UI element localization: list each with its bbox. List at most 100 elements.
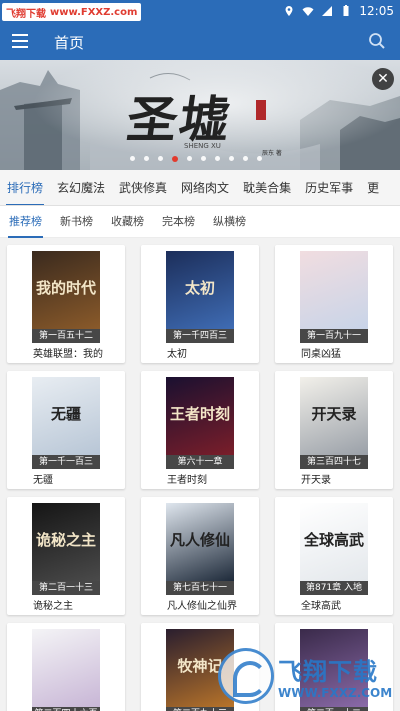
book-cover[interactable]: 第一百九十一 [300, 251, 368, 343]
status-bar: 飞翔下载 www.FXXZ.com 12:05 [0, 0, 400, 24]
book-cover[interactable]: 第二百四十六页 [32, 629, 100, 711]
banner-carousel[interactable]: 圣墟 SHENG XU 辰东 著 ✕ [0, 60, 400, 170]
book-cover[interactable]: 太初 第一千四百三 [166, 251, 234, 343]
latest-chapter-label: 第七百七十一 [166, 581, 234, 595]
book-card[interactable]: 无疆 第一千一百三 无疆 [7, 371, 125, 489]
cover-art [300, 251, 368, 329]
search-icon[interactable] [368, 32, 386, 50]
carousel-dot[interactable] [257, 156, 262, 161]
ranking-tab[interactable]: 收藏榜 [102, 206, 153, 238]
book-cover[interactable]: 凡人修仙第七百七十一 [166, 503, 234, 595]
carousel-dot[interactable] [158, 156, 163, 161]
book-title[interactable]: 全球高武 [301, 597, 391, 612]
latest-chapter-label: 第一千四百三 [166, 329, 234, 343]
ranking-tab[interactable]: 推荐榜 [0, 206, 51, 238]
book-card[interactable]: 我的时代第一百五十二英雄联盟：我的 [7, 245, 125, 363]
book-title[interactable]: 王者时刻 [167, 471, 257, 486]
book-card[interactable]: 凡人修仙第七百七十一凡人修仙之仙界 [141, 497, 259, 615]
book-grid: 我的时代 第一百五十二 英雄联盟：我的 太初 第一千四百三 太初 第一百九十一 同桌凶猛 无疆第… [0, 238, 400, 711]
watermark-brand: 飞翔下载 [6, 8, 46, 20]
carousel-dot[interactable] [187, 156, 192, 161]
banner-seal [256, 100, 266, 120]
carousel-dot[interactable] [201, 156, 206, 161]
category-tab[interactable]: 耽美合集 [236, 170, 298, 205]
book-card[interactable]: 全球高武 第871章 入地 全球高武 [275, 497, 393, 615]
status-time: 12:05 [359, 4, 394, 18]
cover-art: 全球高武 [300, 503, 368, 581]
latest-chapter-label: 第二百四十六页 [32, 707, 100, 711]
book-title[interactable]: 凡人修仙之仙界 [167, 597, 257, 612]
carousel-dot[interactable] [130, 156, 135, 161]
watermark-bottom: 飞翔下载 WWW.FXXZ.COM [218, 648, 398, 708]
watermark-logo-icon [218, 648, 274, 704]
wifi-icon [302, 7, 314, 16]
latest-chapter-label: 第一百五十二 [32, 329, 100, 343]
latest-chapter-label: 第871章 入地 [300, 581, 368, 595]
carousel-dot[interactable] [172, 155, 178, 162]
book-card[interactable]: 开天录 第三百四十七 开天录 [275, 371, 393, 489]
book-title[interactable]: 诡秘之主 [33, 597, 123, 612]
ranking-tab[interactable]: 新书榜 [51, 206, 102, 238]
page-title: 首页 [54, 34, 85, 52]
book-title[interactable]: 同桌凶猛 [301, 345, 391, 360]
cover-text: 无疆 [50, 405, 81, 423]
cover-text: 我的时代 [35, 279, 96, 297]
cover-art: 王者时刻 [166, 377, 234, 455]
carousel-dot[interactable] [215, 156, 220, 161]
latest-chapter-label: 第一百九十一 [300, 329, 368, 343]
book-title[interactable]: 开天录 [301, 471, 391, 486]
battery-icon [343, 5, 349, 16]
close-icon[interactable]: ✕ [372, 68, 394, 90]
cover-text: 凡人修仙 [169, 531, 230, 549]
book-title[interactable]: 英雄联盟：我的 [33, 345, 123, 360]
book-card[interactable]: 诡秘之主 第二百一十三 诡秘之主 [7, 497, 125, 615]
cover-text: 开天录 [311, 405, 357, 423]
book-cover[interactable]: 王者时刻 第六十一章 [166, 377, 234, 469]
book-title[interactable]: 太初 [167, 345, 257, 360]
ranking-tab[interactable]: 完本榜 [153, 206, 204, 238]
latest-chapter-label: 第二百一十三 [32, 581, 100, 595]
latest-chapter-label: 第三百四十七 [300, 455, 368, 469]
carousel-dot[interactable] [243, 156, 248, 161]
book-cover[interactable]: 开天录 第三百四十七 [300, 377, 368, 469]
category-tab[interactable]: 武侠修真 [112, 170, 174, 205]
category-tab[interactable]: 排行榜 [0, 170, 50, 205]
banner-subtitle: SHENG XU [184, 142, 221, 150]
carousel-dot[interactable] [144, 156, 149, 161]
category-tab[interactable]: 历史军事 [298, 170, 360, 205]
category-tab[interactable]: 更 [360, 170, 386, 205]
cover-text: 王者时刻 [169, 405, 230, 423]
book-card[interactable]: 王者时刻 第六十一章 王者时刻 [141, 371, 259, 489]
app-bar: 首页 [0, 24, 400, 60]
cover-art: 开天录 [300, 377, 368, 455]
ranking-tab[interactable]: 纵横榜 [204, 206, 255, 238]
book-cover[interactable]: 我的时代第一百五十二 [32, 251, 100, 343]
carousel-indicator [130, 155, 262, 162]
cover-text: 太初 [184, 279, 215, 297]
app-root: 飞翔下载 www.FXXZ.com 12:05 首页 圣墟 SHENG XU 辰… [0, 0, 400, 711]
carousel-dot[interactable] [229, 156, 234, 161]
signal-icon [322, 6, 333, 16]
status-icons: 12:05 [283, 4, 394, 18]
category-tab[interactable]: 玄幻魔法 [50, 170, 112, 205]
latest-chapter-label: 第六十一章 [166, 455, 234, 469]
cover-art: 我的时代 [32, 251, 100, 329]
watermark-top: 飞翔下载 www.FXXZ.com [2, 3, 142, 21]
book-card[interactable]: 第一百九十一同桌凶猛 [275, 245, 393, 363]
cover-art: 太初 [166, 251, 234, 329]
cover-text: 诡秘之主 [35, 531, 96, 549]
book-cover[interactable]: 无疆 第一千一百三 [32, 377, 100, 469]
book-card[interactable]: 第二百四十六页 [7, 623, 125, 711]
menu-icon[interactable] [12, 34, 28, 48]
cover-art: 无疆 [32, 377, 100, 455]
book-card[interactable]: 太初 第一千四百三 太初 [141, 245, 259, 363]
category-tabs: 排行榜 玄幻魔法 武侠修真 网络肉文 耽美合集 历史军事更 [0, 170, 400, 206]
book-cover[interactable]: 诡秘之主第二百一十三 [32, 503, 100, 595]
watermark-url: www.FXXZ.com [50, 6, 138, 18]
cover-art [32, 629, 100, 707]
category-tab[interactable]: 网络肉文 [174, 170, 236, 205]
cover-art: 诡秘之主 [32, 503, 100, 581]
watermark-bottom-url: WWW.FXXZ.COM [278, 686, 393, 700]
book-cover[interactable]: 全球高武 第871章 入地 [300, 503, 368, 595]
book-title[interactable]: 无疆 [33, 471, 123, 486]
